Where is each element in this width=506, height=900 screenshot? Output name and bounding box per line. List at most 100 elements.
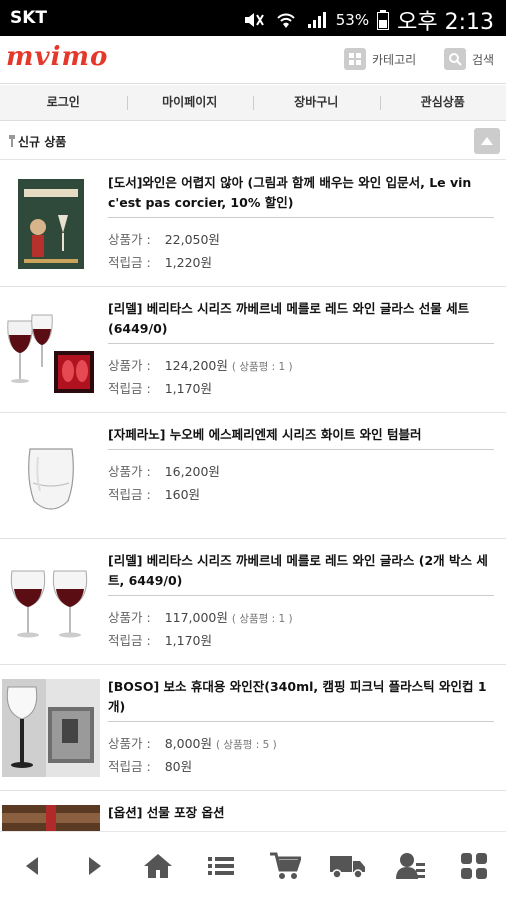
search-label: 검색 bbox=[472, 52, 495, 67]
review-count: ( 상품평 : 1 ) bbox=[231, 613, 293, 625]
nav-login[interactable]: 로그인 bbox=[0, 85, 127, 120]
category-button[interactable]: 카테고리 bbox=[344, 48, 416, 70]
product-item[interactable]: [옵션] 선물 포장 옵션 bbox=[0, 791, 506, 831]
product-name[interactable]: [리델] 베리타스 시리즈 까베르네 메를로 레드 와인 글라스 선물 세트(6… bbox=[108, 299, 498, 339]
product-thumbnail[interactable] bbox=[2, 805, 100, 831]
status-right: 53% 오후 2:13 bbox=[242, 4, 494, 36]
grid-menu-button[interactable] bbox=[443, 832, 506, 900]
points-row: 적립금 : 1,170원 bbox=[108, 378, 212, 397]
search-icon bbox=[444, 48, 466, 70]
product-name[interactable]: [옵션] 선물 포장 옵션 bbox=[108, 803, 498, 823]
price-row: 상품가 : 22,050원 bbox=[108, 229, 220, 248]
points-label: 적립금 : bbox=[108, 487, 151, 502]
category-label: 카테고리 bbox=[372, 52, 417, 67]
divider bbox=[108, 449, 494, 450]
price-row: 상품가 : 117,000원( 상품평 : 1 ) bbox=[108, 607, 293, 626]
book-cover-image bbox=[18, 179, 84, 269]
menu-list-icon bbox=[208, 857, 235, 875]
product-item[interactable]: [리델] 베리타스 시리즈 까베르네 메를로 레드 와인 글라스 선물 세트(6… bbox=[0, 287, 506, 413]
price-label: 상품가 : bbox=[108, 232, 151, 247]
status-bar: SKT 53% 오후 2:13 bbox=[0, 0, 506, 36]
two-wine-glasses-image bbox=[10, 570, 88, 638]
search-button[interactable]: 검색 bbox=[444, 48, 494, 70]
product-name[interactable]: [BOSO] 보소 휴대용 와인잔(340ml, 캠핑 피크닉 플라스틱 와인컵… bbox=[108, 677, 498, 717]
product-thumbnail[interactable] bbox=[2, 553, 100, 651]
nav-cart[interactable]: 장바구니 bbox=[253, 85, 380, 120]
points-row: 적립금 : 1,170원 bbox=[108, 630, 212, 649]
product-item[interactable]: [BOSO] 보소 휴대용 와인잔(340ml, 캠핑 피크닉 플라스틱 와인컵… bbox=[0, 665, 506, 791]
points-row: 적립금 : 160원 bbox=[108, 484, 200, 503]
product-thumbnail[interactable] bbox=[2, 679, 100, 777]
forward-button[interactable] bbox=[63, 832, 126, 900]
bullet-icon bbox=[8, 133, 16, 147]
chevron-up-icon bbox=[481, 137, 493, 145]
product-name[interactable]: [자페라노] 누오베 에스페리엔제 시리즈 화이트 와인 텀블러 bbox=[108, 425, 498, 445]
tumbler-image bbox=[28, 448, 74, 510]
cart-button[interactable] bbox=[253, 832, 316, 900]
price-label: 상품가 : bbox=[108, 610, 151, 625]
product-item[interactable]: [도서]와인은 어렵지 않아 (그림과 함께 배우는 와인 입문서, Le vi… bbox=[0, 161, 506, 287]
price-value: 8,000원 bbox=[164, 736, 212, 751]
divider bbox=[108, 595, 494, 596]
section-title: 신규 상품 bbox=[18, 135, 67, 149]
back-button[interactable] bbox=[0, 832, 63, 900]
delivery-button[interactable] bbox=[316, 832, 379, 900]
home-icon bbox=[144, 854, 173, 878]
points-label: 적립금 : bbox=[108, 633, 151, 648]
bottom-toolbar bbox=[0, 831, 506, 900]
plastic-wine-cup-image bbox=[2, 679, 100, 777]
my-account-icon bbox=[396, 853, 426, 879]
wifi-icon bbox=[274, 10, 298, 30]
divider bbox=[108, 721, 494, 722]
divider bbox=[108, 343, 494, 344]
price-value: 16,200원 bbox=[164, 464, 220, 479]
review-count: ( 상품평 : 5 ) bbox=[215, 739, 277, 751]
product-thumbnail[interactable] bbox=[2, 175, 100, 273]
mute-icon bbox=[242, 10, 266, 30]
price-label: 상품가 : bbox=[108, 358, 151, 373]
my-account-button[interactable] bbox=[380, 832, 443, 900]
points-value: 160원 bbox=[164, 487, 201, 502]
scroll-top-button[interactable] bbox=[474, 128, 500, 154]
points-value: 1,170원 bbox=[164, 633, 212, 648]
points-value: 80원 bbox=[164, 759, 193, 774]
points-label: 적립금 : bbox=[108, 759, 151, 774]
clock: 오후 2:13 bbox=[397, 10, 494, 35]
grid-icon bbox=[461, 853, 488, 879]
home-button[interactable] bbox=[127, 832, 190, 900]
product-list: [도서]와인은 어렵지 않아 (그림과 함께 배우는 와인 입문서, Le vi… bbox=[0, 161, 506, 831]
review-count: ( 상품평 : 1 ) bbox=[231, 361, 293, 373]
category-icon bbox=[344, 48, 366, 70]
points-row: 적립금 : 80원 bbox=[108, 756, 192, 775]
product-name[interactable]: [도서]와인은 어렵지 않아 (그림과 함께 배우는 와인 입문서, Le vi… bbox=[108, 173, 498, 213]
price-row: 상품가 : 124,200원( 상품평 : 1 ) bbox=[108, 355, 293, 374]
section-header: 신규 상품 bbox=[0, 122, 506, 160]
points-value: 1,170원 bbox=[164, 381, 212, 396]
product-name[interactable]: [리델] 베리타스 시리즈 까베르네 메를로 레드 와인 글라스 (2개 박스 … bbox=[108, 551, 498, 591]
battery-icon bbox=[377, 10, 390, 30]
top-nav: 로그인 마이페이지 장바구니 관심상품 bbox=[0, 85, 506, 121]
brand-logo[interactable]: mvimo bbox=[6, 42, 108, 72]
price-value: 117,000원 bbox=[164, 610, 228, 625]
forward-icon bbox=[88, 857, 101, 875]
menu-list-button[interactable] bbox=[190, 832, 253, 900]
points-row: 적립금 : 1,220원 bbox=[108, 252, 212, 271]
app-header: mvimo 카테고리 검색 bbox=[0, 36, 506, 84]
price-label: 상품가 : bbox=[108, 464, 151, 479]
points-label: 적립금 : bbox=[108, 255, 151, 270]
points-value: 1,220원 bbox=[164, 255, 212, 270]
gift-wrap-image bbox=[2, 805, 100, 831]
product-thumbnail[interactable] bbox=[2, 301, 100, 399]
price-value: 22,050원 bbox=[164, 232, 220, 247]
back-icon bbox=[25, 857, 38, 875]
price-row: 상품가 : 16,200원 bbox=[108, 461, 220, 480]
price-label: 상품가 : bbox=[108, 736, 151, 751]
nav-wishlist[interactable]: 관심상품 bbox=[379, 85, 506, 120]
nav-mypage[interactable]: 마이페이지 bbox=[126, 85, 254, 120]
product-item[interactable]: [리델] 베리타스 시리즈 까베르네 메를로 레드 와인 글라스 (2개 박스 … bbox=[0, 539, 506, 665]
price-row: 상품가 : 8,000원( 상품평 : 5 ) bbox=[108, 733, 277, 752]
product-thumbnail[interactable] bbox=[2, 427, 100, 525]
cart-icon bbox=[269, 852, 301, 879]
price-value: 124,200원 bbox=[164, 358, 228, 373]
product-item[interactable]: [자페라노] 누오베 에스페리엔제 시리즈 화이트 와인 텀블러 상품가 : 16… bbox=[0, 413, 506, 539]
